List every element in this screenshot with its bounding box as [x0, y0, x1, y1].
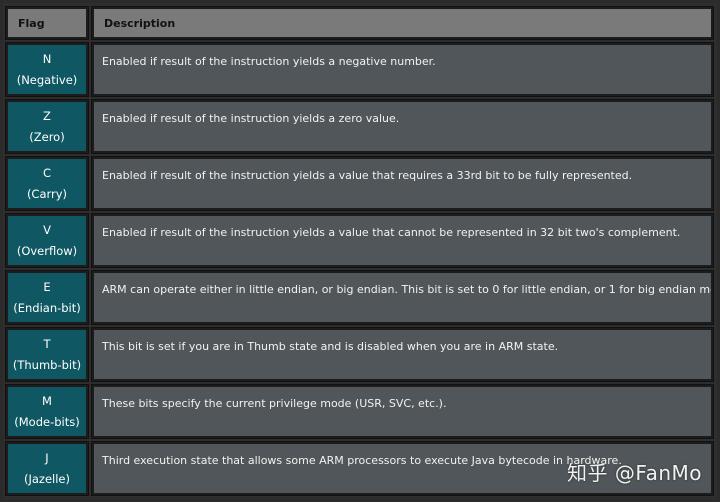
description-cell: These bits specify the current privilege… [91, 384, 714, 439]
flag-name: (Jazelle) [24, 471, 70, 486]
flag-letter: E [43, 279, 51, 294]
flag-letter: T [43, 336, 51, 351]
flag-cell-n: N (Negative) [5, 42, 89, 97]
header-description: Description [91, 6, 714, 40]
flag-cell-v: V (Overflow) [5, 213, 89, 268]
flag-name: (Endian-bit) [13, 300, 81, 315]
description-cell: ARM can operate either in little endian,… [91, 270, 714, 325]
flag-name: (Overflow) [16, 243, 78, 258]
header-flag-label: Flag [18, 16, 45, 30]
flag-name: (Mode-bits) [14, 414, 80, 429]
description-text: These bits specify the current privilege… [102, 397, 447, 410]
flag-letter: M [42, 393, 52, 408]
flag-letter: J [45, 450, 49, 465]
header-flag: Flag [5, 6, 89, 40]
description-cell: Enabled if result of the instruction yie… [91, 213, 714, 268]
flag-cell-z: Z (Zero) [5, 99, 89, 154]
flag-name: (Carry) [26, 186, 68, 201]
flag-name: (Thumb-bit) [12, 357, 82, 372]
watermark: 知乎 @FanMo [567, 461, 702, 485]
flag-name: (Zero) [29, 129, 65, 144]
description-cell: This bit is set if you are in Thumb stat… [91, 327, 714, 382]
description-text: Enabled if result of the instruction yie… [102, 226, 681, 239]
flag-cell-c: C (Carry) [5, 156, 89, 211]
flag-letter: Z [43, 108, 51, 123]
description-text: Enabled if result of the instruction yie… [102, 112, 400, 125]
flag-letter: N [42, 51, 52, 66]
flags-table: Flag Description N (Negative) Enabled if… [3, 3, 717, 499]
flag-cell-m: M (Mode-bits) [5, 384, 89, 439]
description-text: ARM can operate either in little endian,… [102, 283, 713, 296]
description-text: This bit is set if you are in Thumb stat… [102, 340, 559, 353]
flag-letter: V [43, 222, 51, 237]
description-cell: Enabled if result of the instruction yie… [91, 42, 714, 97]
flag-cell-e: E (Endian-bit) [5, 270, 89, 325]
header-description-label: Description [104, 16, 176, 30]
description-cell: Enabled if result of the instruction yie… [91, 99, 714, 154]
description-cell: Enabled if result of the instruction yie… [91, 156, 714, 211]
flag-cell-j: J (Jazelle) [5, 441, 89, 496]
flag-cell-t: T (Thumb-bit) [5, 327, 89, 382]
flag-name: (Negative) [16, 72, 78, 87]
description-text: Third execution state that allows some A… [102, 454, 622, 467]
description-text: Enabled if result of the instruction yie… [102, 55, 436, 68]
flag-letter: C [42, 165, 52, 180]
description-text: Enabled if result of the instruction yie… [102, 169, 633, 182]
